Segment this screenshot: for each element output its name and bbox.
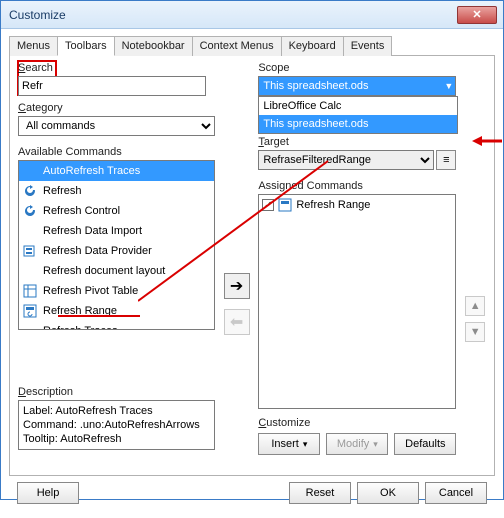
list-item[interactable]: ✓ Refresh Range [259, 195, 455, 215]
list-item-label: Refresh [43, 185, 82, 197]
chevron-down-icon: ▼ [444, 81, 453, 91]
list-item[interactable]: AutoRefresh Traces [19, 161, 214, 181]
target-select[interactable]: RefraseFilteredRange [258, 150, 434, 170]
list-item-label: Refresh Pivot Table [43, 285, 138, 297]
tab-contextmenus[interactable]: Context Menus [192, 36, 282, 56]
search-input[interactable] [18, 76, 206, 96]
cancel-button[interactable]: Cancel [425, 482, 487, 504]
chevron-down-icon: ▾ [373, 439, 378, 450]
add-command-button[interactable]: ➔ [224, 273, 250, 299]
insert-button[interactable]: Insert▾ [258, 433, 320, 455]
tab-page: Search Category All commands Available C… [9, 56, 495, 476]
reset-button[interactable]: Reset [289, 482, 351, 504]
description-box: Label: AutoRefresh Traces Command: .uno:… [18, 400, 215, 450]
refresh-icon [23, 204, 37, 218]
tab-menus[interactable]: Menus [9, 36, 58, 56]
description-label: Description [18, 386, 215, 398]
list-item-label: Refresh Data Provider [43, 245, 152, 257]
list-item-label: Refresh document layout [43, 265, 165, 277]
move-down-button[interactable]: ▼ [465, 322, 485, 342]
modify-button[interactable]: Modify▾ [326, 433, 388, 455]
scope-select[interactable]: This spreadsheet.ods ▼ [258, 76, 456, 96]
refresh-range-icon [23, 304, 37, 318]
list-item-label: Refresh Range [43, 305, 117, 317]
list-item-label: Refresh Traces [43, 325, 118, 330]
reorder-buttons: ▲ ▼ [464, 62, 486, 455]
left-column: Search Category All commands Available C… [18, 62, 215, 455]
remove-command-button[interactable]: ⬅ [224, 309, 250, 335]
scope-option[interactable]: LibreOffice Calc [259, 97, 457, 115]
refresh-range-icon [278, 198, 292, 212]
assigned-commands-list[interactable]: ✓ Refresh Range [258, 194, 456, 409]
tab-toolbars[interactable]: Toolbars [57, 36, 115, 56]
available-commands-label: Available Commands [18, 146, 215, 158]
blank-icon [23, 224, 37, 238]
titlebar: Customize ✕ [1, 1, 503, 29]
list-item-label: AutoRefresh Traces [43, 165, 140, 177]
help-button[interactable]: Help [17, 482, 79, 504]
scope-selected-text: This spreadsheet.ods [263, 80, 368, 92]
list-item-label: Refresh Range [296, 199, 370, 211]
target-label: Target [258, 136, 456, 148]
dialog-footer: Help Reset OK Cancel [9, 476, 495, 510]
move-up-button[interactable]: ▲ [465, 296, 485, 316]
target-menu-button[interactable]: ≡ [436, 150, 456, 170]
list-item[interactable]: Refresh [19, 181, 214, 201]
category-select[interactable]: All commands [18, 116, 215, 136]
close-icon: ✕ [472, 8, 481, 21]
list-item[interactable]: Refresh Pivot Table [19, 281, 214, 301]
description-line: Label: AutoRefresh Traces [23, 404, 210, 418]
scope-label: Scope [258, 62, 456, 74]
available-commands-list[interactable]: AutoRefresh Traces Refresh Refresh Contr… [18, 160, 215, 330]
arrow-left-icon: ⬅ [230, 312, 243, 332]
list-item-label: Refresh Control [43, 205, 120, 217]
annotation-red-arrow [472, 135, 502, 147]
transfer-buttons: ➔ ⬅ [223, 62, 251, 455]
blank-icon [23, 164, 37, 178]
defaults-button[interactable]: Defaults [394, 433, 456, 455]
tab-keyboard[interactable]: Keyboard [281, 36, 344, 56]
list-item[interactable]: Refresh Data Provider [19, 241, 214, 261]
checkbox-icon[interactable]: ✓ [262, 199, 274, 211]
list-item[interactable]: Refresh Control [19, 201, 214, 221]
list-item[interactable]: Refresh Range [19, 301, 214, 321]
refresh-icon [23, 184, 37, 198]
close-button[interactable]: ✕ [457, 6, 497, 24]
tab-events[interactable]: Events [343, 36, 393, 56]
list-item[interactable]: Refresh document layout [19, 261, 214, 281]
data-provider-icon [23, 244, 37, 258]
customize-label: Customize [258, 417, 456, 429]
arrow-down-icon: ▼ [470, 326, 481, 338]
scope-option[interactable]: This spreadsheet.ods [259, 115, 457, 133]
assigned-commands-label: Assigned Commands [258, 180, 456, 192]
scope-dropdown-list[interactable]: LibreOffice Calc This spreadsheet.ods [258, 96, 458, 134]
right-column: Scope This spreadsheet.ods ▼ LibreOffice… [258, 62, 456, 455]
pivot-table-icon [23, 284, 37, 298]
list-item[interactable]: Refresh Data Import [19, 221, 214, 241]
search-label: Search [18, 62, 215, 74]
blank-icon [23, 324, 37, 330]
ok-button[interactable]: OK [357, 482, 419, 504]
list-item-label: Refresh Data Import [43, 225, 142, 237]
tabstrip: Menus Toolbars Notebookbar Context Menus… [9, 35, 495, 56]
blank-icon [23, 264, 37, 278]
description-line: Tooltip: AutoRefresh [23, 432, 210, 446]
chevron-down-icon: ▾ [303, 439, 308, 450]
category-label: Category [18, 102, 215, 114]
tab-notebookbar[interactable]: Notebookbar [114, 36, 193, 56]
description-line: Command: .uno:AutoRefreshArrows [23, 418, 210, 432]
list-item[interactable]: Refresh Traces [19, 321, 214, 330]
menu-icon: ≡ [443, 154, 449, 166]
arrow-right-icon: ➔ [230, 276, 243, 296]
window-title: Customize [9, 8, 457, 22]
arrow-up-icon: ▲ [470, 300, 481, 312]
